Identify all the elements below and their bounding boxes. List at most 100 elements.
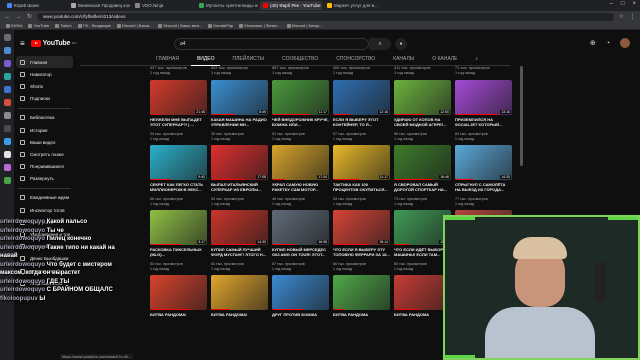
video-card[interactable]: 16:46 Я СВОРОВАЛ САМЫЙ ДОРОГОЙ СПОРТКАР Н…	[394, 145, 451, 206]
forward-arrow-icon[interactable]: →	[15, 14, 22, 20]
video-card[interactable]: БИТВА РАНДОМА!	[150, 275, 207, 327]
video-title[interactable]: БИТВА РАНДОМА!	[211, 312, 268, 327]
video-title[interactable]: Я СВОРОВАЛ САМЫЙ ДОРОГОЙ СПОРТКАР НА...	[394, 182, 451, 197]
back-arrow-icon[interactable]: ←	[4, 14, 11, 20]
video-thumbnail[interactable]	[272, 275, 329, 310]
bookmark-item[interactable]: DonatePay	[208, 23, 233, 28]
nav-item[interactable]: Библиотека	[14, 112, 75, 124]
youtube-logo[interactable]: YouTube RU	[30, 39, 77, 47]
video-card[interactable]: 8:49 КАКАЯ МАШИНА НА РАДИО УПРАВЛЕНИИ МН.…	[211, 80, 268, 141]
nav-item[interactable]: Инспектор тотов	[14, 204, 75, 216]
browser-tab[interactable]: Ванинская Продавец коне...	[68, 1, 130, 10]
bookmark-item[interactable]: Discord | Ваши...	[116, 23, 152, 28]
panel-app-icon[interactable]	[3, 164, 11, 171]
menu-icon[interactable]: ≡	[20, 39, 25, 48]
video-title[interactable]: ЕСЛИ Я ВЫБЕРУ ЭТОТ КОНТЕЙНЕР, ТО Я...	[333, 117, 390, 132]
scrollbar[interactable]	[520, 66, 523, 166]
video-thumbnail[interactable]: 12:50	[394, 80, 451, 115]
video-card[interactable]: 14:30 СПРЫГНУЛ С САМОЛЁТА НА ВЫЕЗД ИЗ ГОР…	[455, 145, 512, 206]
extensions-icon[interactable]: ⋮	[629, 13, 636, 20]
video-thumbnail[interactable]: 21:45	[150, 80, 207, 115]
video-card[interactable]: 12:50 УДИРАЮ ОТ КОПОВ НА СВОЕЙ МОДНОЙ АГЕ…	[394, 80, 451, 141]
video-card[interactable]: 14:30 КУПИЛ САМЫЙ ЛУЧШИЙ ФОРД МУСТАНГ! ЭТ…	[211, 210, 268, 271]
video-thumbnail[interactable]: 17:08	[211, 145, 268, 180]
minimize-icon[interactable]: –	[610, 1, 613, 7]
browser-tab[interactable]: VDO.Ninja	[132, 1, 194, 10]
panel-app-icon[interactable]	[3, 138, 11, 145]
video-title[interactable]: УКРАЛ САМУЮ НОВУЮ РАКЕТКУ САМ МОТОР...	[272, 182, 329, 197]
nav-item[interactable]: История	[14, 124, 75, 136]
video-title[interactable]: СЕКРЕТ КАК ЛЕГКО СТАТЬ МИЛЛИОНЕРОМ В НЕК…	[150, 182, 207, 197]
nav-item[interactable]: Shorts	[14, 80, 75, 92]
star-icon[interactable]: ☆	[618, 13, 625, 20]
video-thumbnail[interactable]	[211, 275, 268, 310]
video-title[interactable]: ПРИЗЕМЛИЛСЯ НА SOCIALJET КОТОРЫЙ...	[455, 117, 512, 132]
bell-icon[interactable]: ◔	[606, 40, 610, 47]
video-thumbnail[interactable]: 14:30	[455, 145, 512, 180]
video-title[interactable]: ВЫПАЛ ИТАЛЬЯНСКИЙ СУПЕРКАР ИЗ ЕВРОПЫ...	[211, 182, 268, 197]
bookmark-item[interactable]: Twitch	[55, 23, 72, 28]
browser-tab[interactable]: (40) Фарб Рек - YouTube	[260, 1, 322, 10]
bookmark-item[interactable]: Showcase | Steam...	[239, 23, 281, 28]
close-icon[interactable]: ×	[632, 1, 636, 7]
video-title[interactable]: УДИРАЮ ОТ КОПОВ НА СВОЕЙ МОДНОЙ АГЕРЕ!..…	[394, 117, 451, 132]
create-icon[interactable]: ⊕	[590, 39, 596, 47]
nav-item[interactable]: Ежедневные ждем	[14, 192, 75, 204]
video-title[interactable]: ЧТО ЕСЛИ Я ВЫБЕРУ ЭТУ ТОПОВУЮ ФЕРРАРИ ЗА…	[333, 247, 390, 262]
video-card[interactable]: 11:17 ТАКТИКА КАК 100 ПРОЦЕНТОВ ОКУПИТЬСЯ…	[333, 145, 390, 206]
nav-item[interactable]: Понравившиеся	[14, 161, 75, 173]
video-card[interactable]: БИТВА РАНДОМА!	[211, 275, 268, 327]
video-card[interactable]: ДРУГ ПРОТИВ БОМЖА	[272, 275, 329, 327]
video-title[interactable]: БИТВА РАНДОМА!	[150, 312, 207, 327]
video-card[interactable]: 13:16 ПРИЗЕМЛИЛСЯ НА SOCIALJET КОТОРЫЙ...…	[455, 80, 512, 141]
panel-app-icon[interactable]	[3, 34, 11, 41]
channel-tab[interactable]: О КАНАЛЕ	[426, 52, 463, 66]
video-card[interactable]: 17:08 ВЫПАЛ ИТАЛЬЯНСКИЙ СУПЕРКАР ИЗ ЕВРОП…	[211, 145, 268, 206]
avatar[interactable]	[620, 38, 630, 48]
video-title[interactable]: ДРУГ ПРОТИВ БОМЖА	[272, 312, 329, 327]
search-button[interactable]: ⌕	[369, 38, 391, 50]
video-thumbnail[interactable]	[333, 275, 390, 310]
bookmark-item[interactable]: Discord | Ваши мен...	[158, 23, 202, 28]
video-thumbnail[interactable]: 17:34	[272, 145, 329, 180]
voice-search-button[interactable]: ●	[395, 38, 407, 50]
bookmark-item[interactable]: Т/К - Входящие	[77, 23, 111, 28]
video-thumbnail[interactable]: 11:17	[333, 145, 390, 180]
channel-tab[interactable]: КАНАЛЫ	[387, 52, 420, 66]
video-thumbnail[interactable]: 12:16	[333, 80, 390, 115]
nav-item[interactable]: Главная	[16, 56, 73, 69]
bookmark-item[interactable]: Discord | Бекар...	[286, 23, 323, 28]
video-title[interactable]: ЧЕЙ ВНЕДОРОЖНИК КРУЧЕ, БОМЖА ИЛИ...	[272, 117, 329, 132]
panel-app-icon[interactable]	[3, 177, 11, 184]
nav-item[interactable]: Ваши видео	[14, 136, 75, 148]
search-input[interactable]: а4	[174, 38, 369, 50]
panel-app-icon[interactable]	[3, 73, 11, 80]
video-title[interactable]: РАСКОВКА ПИКСЕЛЬНЫХ (MLG)...	[150, 247, 207, 262]
channel-search-icon[interactable]: ⌕	[469, 52, 484, 66]
browser-tab[interactable]: Мутанты «рептилоиды нео...	[196, 1, 258, 10]
channel-tab[interactable]: СООБЩЕСТВО	[276, 52, 324, 66]
video-card[interactable]: 21:45 НЕУЖЕЛИ МНЕ ВЫПАДЕТ ЭТОТ СУПЕРКАР?!…	[150, 80, 207, 141]
browser-tab[interactable]: Маркет услуг для в...	[324, 1, 386, 10]
video-title[interactable]: СПРЫГНУЛ С САМОЛЁТА НА ВЫЕЗД ИЗ ГОРОДА..…	[455, 182, 512, 197]
browser-tab[interactable]: Юрий Шоин	[4, 1, 66, 10]
video-title[interactable]: КУПИЛ НОВЫЙ МЕРСЕДЕС G63 AMG ON TOUR! ЭТ…	[272, 247, 329, 262]
channel-tab[interactable]: СПОНСОРСТВО	[330, 52, 381, 66]
video-card[interactable]: 16:08 КУПИЛ НОВЫЙ МЕРСЕДЕС G63 AMG ON TOU…	[272, 210, 329, 271]
channel-tab[interactable]: ПЛЕЙЛИСТЫ	[226, 52, 270, 66]
channel-tab[interactable]: ВИДЕО	[190, 52, 221, 66]
url-field[interactable]: www.youtube.com/c/fyfbefkers213/videos	[37, 12, 614, 21]
video-title[interactable]: КАКАЯ МАШИНА НА РАДИО УПРАВЛЕНИИ МН...	[211, 117, 268, 132]
video-thumbnail[interactable]: 9:40	[150, 145, 207, 180]
panel-app-icon[interactable]	[3, 60, 11, 67]
panel-app-icon[interactable]	[3, 125, 11, 132]
nav-item[interactable]: Смотреть позже	[14, 148, 75, 160]
video-card[interactable]: 11:17 ЧЕЙ ВНЕДОРОЖНИК КРУЧЕ, БОМЖА ИЛИ...…	[272, 80, 329, 141]
reload-icon[interactable]: ↻	[26, 13, 33, 20]
video-card[interactable]: БИТВА РАНДОМА	[333, 275, 390, 327]
video-thumbnail[interactable]: 14:30	[211, 210, 268, 245]
bookmark-item[interactable]: ЮЛКА	[6, 23, 22, 28]
video-thumbnail[interactable]: 3:17	[150, 210, 207, 245]
panel-app-icon[interactable]	[3, 112, 11, 119]
video-title[interactable]: ТАКТИКА КАК 100 ПРОЦЕНТОВ ОКУПИТЬСЯ...	[333, 182, 390, 197]
